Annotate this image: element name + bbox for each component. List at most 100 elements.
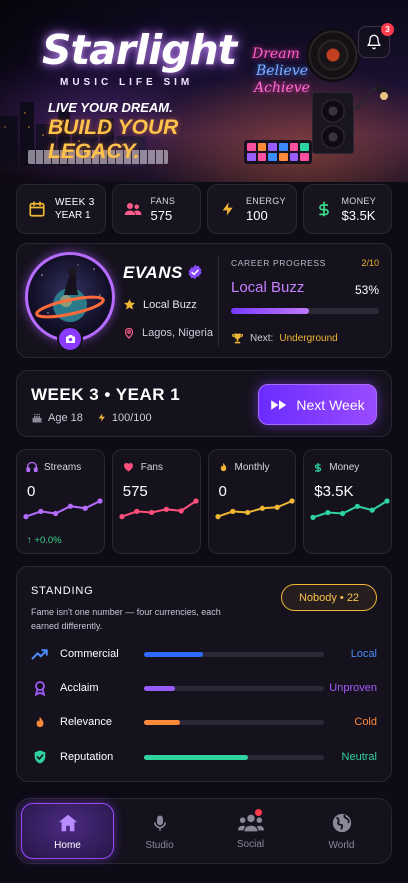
users-icon — [123, 199, 143, 219]
metric-delta: ↑ +0.0% — [27, 535, 62, 546]
sparkline-point — [325, 509, 331, 516]
career-progress-count: 2/10 — [361, 258, 379, 268]
artist-location-label: Lagos, Nigeria — [142, 327, 213, 339]
stat-week[interactable]: WEEK 3 YEAR 1 — [16, 184, 106, 234]
notifications-button[interactable]: 3 — [358, 23, 394, 58]
career-progress-fill — [231, 308, 310, 314]
sparkline-point — [163, 506, 169, 512]
sparkline-point — [133, 508, 140, 514]
standing-track — [144, 754, 324, 760]
next-tier-value: Underground — [279, 333, 338, 344]
metric-card-streams[interactable]: Streams 0 ↑ +0.0% — [16, 449, 105, 554]
career-progress-bar — [231, 308, 379, 314]
app-logo: Starlight — [42, 26, 237, 74]
nav-item-home[interactable]: Home — [21, 803, 114, 859]
sparkline-point — [229, 508, 235, 514]
stat-value: 575 — [150, 207, 173, 223]
nav-label: Studio — [145, 839, 174, 851]
cake-icon — [32, 413, 42, 422]
standing-row-relevance[interactable]: Relevance Cold — [31, 712, 377, 732]
profile-card: EVANS Local Buzz Lagos, Nigeria CAREER P… — [16, 243, 392, 358]
sparkline-point — [53, 510, 59, 517]
stats-row: WEEK 3 YEAR 1 FANS 575 ENERGY 100 MONEY … — [16, 184, 392, 234]
sparkline-point — [384, 498, 390, 504]
dollar-icon — [315, 462, 322, 473]
artist-name: EVANS — [123, 263, 183, 282]
metric-label: Money — [329, 462, 360, 473]
energy-label: 100/100 — [111, 411, 152, 424]
hero-tagline-secondary: BUILD YOUR LEGACY. — [48, 116, 179, 163]
vinyl-record-illustration — [306, 28, 360, 82]
metric-label: Fans — [140, 461, 163, 473]
stat-value: 100 — [246, 207, 268, 223]
stat-label: ENERGY — [246, 195, 286, 206]
sparkline-point — [23, 514, 29, 520]
monthly-sparkline — [214, 498, 295, 520]
standing-fill — [144, 651, 204, 657]
sparkline-point — [119, 514, 125, 520]
stat-energy[interactable]: ENERGY 100 — [207, 184, 297, 234]
stat-value: $3.5K — [341, 207, 376, 223]
next-week-button[interactable]: Next Week — [258, 384, 377, 425]
fans-sparkline — [119, 498, 199, 520]
sparkline-point — [67, 503, 73, 509]
trending-up-icon — [31, 645, 49, 663]
metric-card-fans[interactable]: Fans 575 — [111, 449, 201, 554]
standing-rank-badge[interactable]: Nobody • 22 — [281, 584, 377, 611]
age-label: Age 18 — [48, 411, 83, 424]
nav-item-world[interactable]: World — [296, 803, 387, 859]
dollar-icon — [314, 199, 334, 219]
career-tier: Local Buzz — [231, 279, 305, 296]
metric-card-monthly[interactable]: Monthly 0 — [207, 449, 297, 554]
standing-status: Neutral — [341, 751, 377, 763]
standing-row-acclaim[interactable]: Acclaim Unproven — [31, 678, 377, 698]
standing-title: STANDING — [31, 585, 94, 597]
metrics-row: Streams 0 ↑ +0.0% Fans 575 Monthly 0 Mon… — [16, 449, 392, 554]
nav-label: Social — [236, 838, 265, 850]
standing-row-reputation[interactable]: Reputation Neutral — [31, 747, 377, 767]
sparkline-point — [355, 503, 361, 509]
career-percent: 53% — [354, 283, 379, 297]
hero-banner: Starlight MUSIC LIFE SIM LIVE YOUR DREAM… — [0, 0, 408, 182]
verified-badge-icon — [188, 264, 202, 280]
fast-forward-icon — [271, 399, 287, 410]
map-pin-icon — [124, 327, 134, 339]
sparkline-point — [259, 505, 265, 511]
bell-icon — [367, 34, 381, 50]
heart-icon — [123, 463, 133, 472]
sparkline-line — [25, 500, 101, 518]
stat-money[interactable]: MONEY $3.5K — [302, 184, 392, 234]
metric-card-money[interactable]: Money $3.5K — [303, 449, 392, 554]
nav-item-studio[interactable]: Studio — [114, 803, 205, 859]
stat-fans[interactable]: FANS 575 — [111, 184, 201, 234]
metric-label: Monthly — [234, 462, 270, 473]
standing-status: Local — [350, 648, 377, 660]
metric-header: Fans — [122, 461, 163, 473]
microphone-icon — [153, 815, 166, 830]
standing-track — [144, 685, 324, 691]
standing-name: Acclaim — [60, 682, 99, 694]
standing-description: Fame isn't one number — four currencies,… — [31, 607, 221, 631]
sparkline-point — [38, 508, 44, 514]
standing-row-commercial[interactable]: Commercial Local — [31, 644, 377, 664]
drum-pad-illustration — [244, 140, 312, 164]
artist-location: Lagos, Nigeria — [123, 326, 213, 340]
speaker-illustration — [312, 92, 354, 154]
metric-header: Monthly — [218, 461, 270, 474]
metric-header: Streams — [26, 461, 81, 473]
sparkline-point — [369, 507, 376, 513]
headphones-icon — [26, 461, 38, 473]
stat-label: WEEK 3 — [55, 197, 95, 208]
change-photo-button[interactable] — [57, 326, 83, 352]
flame-icon — [220, 462, 226, 472]
nav-item-social[interactable]: Social — [205, 803, 296, 859]
age-info: Age 18 — [31, 412, 83, 424]
standing-name: Relevance — [60, 716, 112, 728]
sparkline-point — [310, 514, 316, 520]
sparkline-point — [214, 514, 221, 520]
energy-info: 100/100 — [97, 411, 152, 424]
week-title: WEEK 3 • YEAR 1 — [31, 385, 181, 404]
next-tier: Next: Underground — [231, 332, 338, 345]
career-progress-label: CAREER PROGRESS — [231, 258, 326, 268]
standing-status: Cold — [354, 716, 377, 728]
